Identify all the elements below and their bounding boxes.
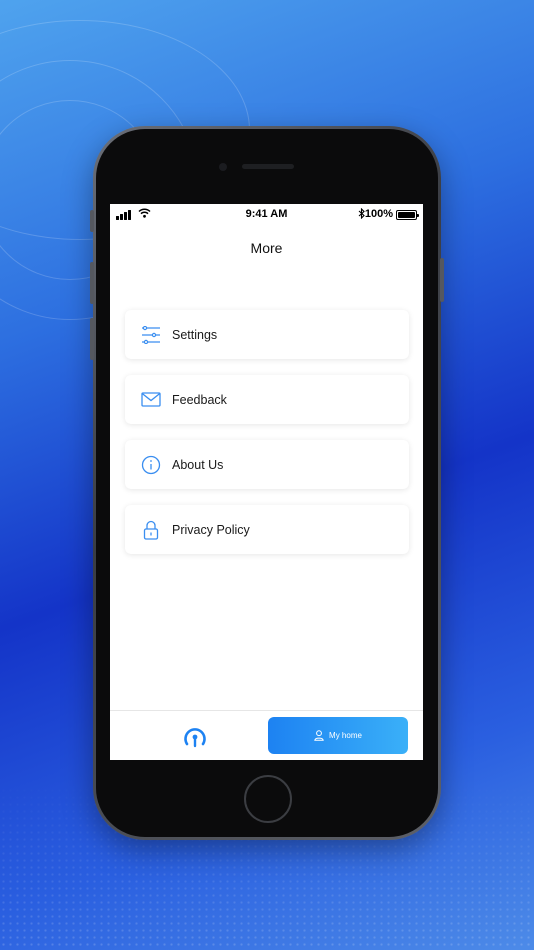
- menu-item-about-us[interactable]: About Us: [125, 440, 409, 489]
- front-camera: [219, 163, 227, 171]
- menu-item-settings[interactable]: Settings: [125, 310, 409, 359]
- menu-item-feedback[interactable]: Feedback: [125, 375, 409, 424]
- user-icon: [314, 730, 324, 741]
- menu-item-label: About Us: [172, 457, 224, 472]
- sliders-icon: [140, 324, 162, 346]
- lock-icon: [140, 519, 162, 541]
- menu-item-label: Privacy Policy: [172, 522, 250, 537]
- mute-switch: [90, 210, 94, 232]
- tab-bar: My home: [110, 710, 423, 760]
- page-title: More: [250, 240, 283, 256]
- status-bar: 9:41 AM 100%: [110, 204, 423, 224]
- battery-percent: 100%: [364, 208, 393, 220]
- app-screen: 9:41 AM 100% More Settings Feedback Abou…: [110, 204, 423, 760]
- home-button[interactable]: [244, 775, 292, 823]
- power-button: [440, 258, 444, 302]
- earpiece-speaker: [242, 164, 294, 169]
- battery-icon: [396, 210, 419, 220]
- volume-up-button: [90, 262, 94, 304]
- tab-my-home[interactable]: My home: [268, 717, 408, 754]
- tab-my-home-label: My home: [329, 731, 362, 740]
- info-icon: [140, 454, 162, 476]
- connect-icon: [184, 728, 206, 748]
- menu-item-privacy-policy[interactable]: Privacy Policy: [125, 505, 409, 554]
- menu-item-label: Feedback: [172, 392, 227, 407]
- menu-item-label: Settings: [172, 327, 218, 342]
- volume-down-button: [90, 318, 94, 360]
- tab-connect[interactable]: [180, 724, 210, 750]
- more-menu: Settings Feedback About Us Privacy Polic…: [125, 310, 409, 570]
- mail-icon: [140, 389, 162, 411]
